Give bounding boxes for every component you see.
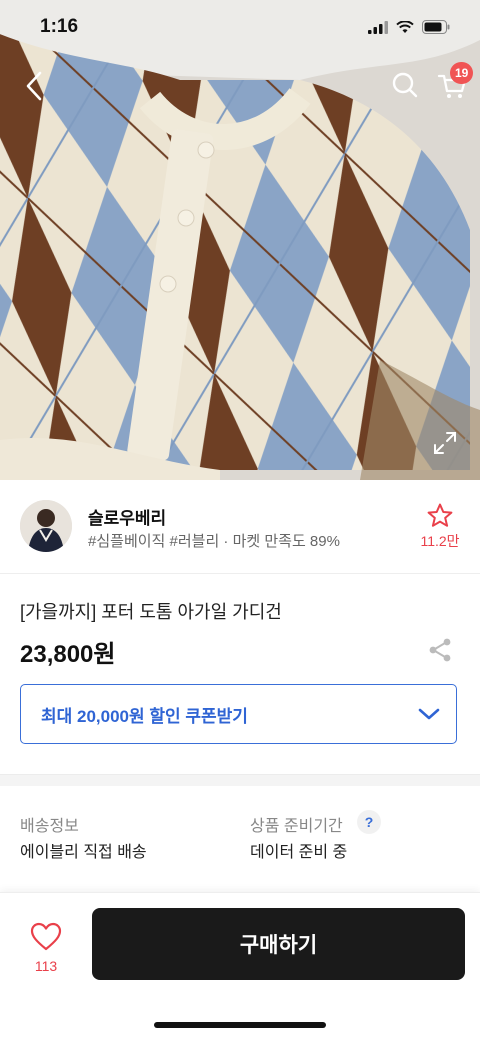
status-time: 1:16 — [40, 16, 79, 37]
back-icon — [26, 71, 42, 101]
seller-name[interactable]: 슬로우베리 — [88, 504, 166, 529]
seller-avatar[interactable] — [20, 500, 72, 552]
signal-icon — [368, 20, 388, 34]
share-icon[interactable] — [426, 636, 454, 664]
prep-period-value: 데이터 준비 중 — [250, 844, 348, 861]
cart-count-badge: 19 — [450, 62, 474, 84]
section-divider — [0, 774, 480, 786]
product-price: 23,800원 — [20, 641, 116, 668]
like-count: 113 — [34, 958, 58, 974]
search-button[interactable] — [386, 66, 424, 104]
product-name: [가을까지] 포터 도톰 아가일 가디건 — [20, 602, 282, 622]
prep-period-label: 상품 준비기간 — [250, 818, 343, 835]
seller-avatar-image — [20, 500, 72, 552]
shipping-value: 에이블리 직접 배송 — [20, 844, 147, 861]
status-bar: 1:16 — [0, 0, 480, 54]
shipping-label: 배송정보 — [20, 818, 79, 835]
top-nav — [0, 60, 480, 110]
buy-button[interactable]: 구매하기 — [92, 908, 465, 980]
status-icons — [368, 20, 450, 34]
expand-icon — [434, 432, 456, 454]
help-icon[interactable]: ? — [357, 810, 381, 834]
coupon-label: 최대 20,000원 할인 쿠폰받기 — [41, 706, 248, 726]
search-icon — [392, 72, 418, 98]
home-indicator — [154, 1022, 326, 1028]
star-icon[interactable] — [426, 502, 454, 530]
back-button[interactable] — [14, 64, 54, 108]
coupon-button[interactable]: 최대 20,000원 할인 쿠폰받기 — [20, 684, 457, 744]
heart-icon — [30, 922, 62, 951]
seller-favorite-count: 11.2만 — [420, 533, 460, 549]
like-button[interactable] — [22, 922, 70, 958]
expand-image-button[interactable] — [428, 426, 462, 460]
seller-tags: #심플베이직 #러블리 · 마켓 만족도 89% — [88, 533, 340, 550]
battery-icon — [422, 20, 450, 34]
chevron-down-icon — [418, 708, 440, 720]
wifi-icon — [396, 20, 414, 33]
seller-row[interactable]: 슬로우베리 #심플베이직 #러블리 · 마켓 만족도 89% — [0, 480, 480, 574]
